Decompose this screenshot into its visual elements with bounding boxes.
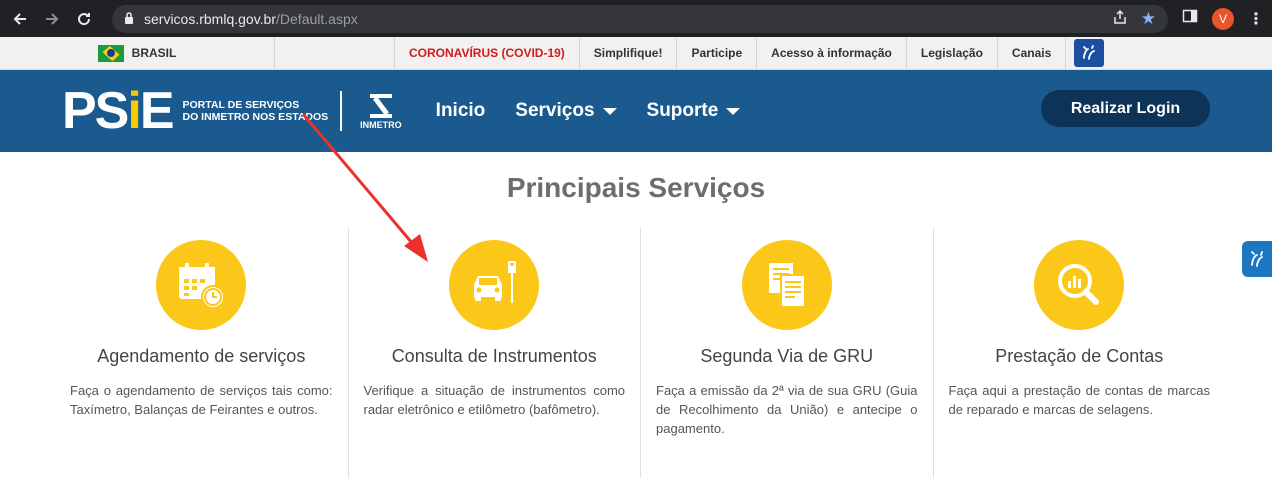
reload-icon[interactable] [72, 7, 96, 31]
calendar-clock-icon[interactable] [156, 240, 247, 330]
service-card-title: Prestação de Contas [995, 346, 1164, 366]
browser-toolbar: servicos.rbmlq.gov.br/Default.aspx ★ V ⋮ [0, 0, 1272, 37]
nav-suporte[interactable]: Suporte [647, 100, 741, 122]
login-button[interactable]: Realizar Login [1041, 90, 1210, 127]
service-card-desc: Faça o agendamento de serviços tais como… [70, 383, 333, 417]
service-card-title: Agendamento de serviços [97, 346, 306, 366]
logo-divider [340, 91, 343, 131]
service-card-title: Segunda Via de GRU [700, 346, 874, 366]
inmetro-mark-icon [369, 94, 392, 118]
forward-icon[interactable] [40, 7, 64, 31]
site-header: PSiE PORTAL DE SERVIÇOS DO INMETRO NOS E… [0, 70, 1272, 152]
back-icon[interactable] [8, 7, 32, 31]
service-card-title: Consulta de Instrumentos [391, 346, 597, 366]
magnifier-chart-icon[interactable] [1034, 240, 1125, 330]
documents-icon[interactable] [741, 240, 832, 330]
service-card-desc: Faça a emissão da 2ª via de sua GRU (Gui… [656, 383, 918, 436]
service-card-consulta[interactable]: Consulta de Instrumentos Verifique a sit… [347, 228, 641, 478]
address-bar[interactable]: servicos.rbmlq.gov.br/Default.aspx ★ [112, 4, 1168, 33]
services-grid: Agendamento de serviços Faça o agendamen… [55, 228, 1225, 478]
gov-link-participe[interactable]: Participe [677, 37, 758, 69]
nav-inicio[interactable]: Inicio [436, 100, 486, 122]
psie-logo[interactable]: PSiE PORTAL DE SERVIÇOS DO INMETRO NOS E… [62, 85, 402, 137]
profile-avatar[interactable]: V [1212, 7, 1234, 30]
nav-servicos[interactable]: Serviços [515, 100, 617, 122]
gov-link-coronavirus[interactable]: CORONAVÍRUS (COVID-19) [395, 37, 580, 69]
lock-icon [124, 11, 134, 27]
service-card-gru[interactable]: Segunda Via de GRU Faça a emissão da 2ª … [640, 228, 933, 478]
service-card-desc: Faça aqui a prestação de contas de marca… [948, 383, 1211, 417]
bookmark-star-icon[interactable]: ★ [1141, 10, 1156, 27]
vlibras-widget-icon[interactable] [1242, 241, 1272, 277]
service-card-prestacao[interactable]: Prestação de Contas Faça aqui a prestaçã… [932, 228, 1226, 478]
logo-wordmark: PSiE [62, 82, 174, 140]
gov-link-simplifique[interactable]: Simplifique! [580, 37, 678, 69]
gov-link-acesso-informacao[interactable]: Acesso à informação [757, 37, 907, 69]
gov-link-canais[interactable]: Canais [998, 37, 1067, 69]
car-radar-icon[interactable] [449, 240, 540, 330]
gov-brasil-link[interactable]: BRASIL [0, 37, 275, 69]
service-card-agendamento[interactable]: Agendamento de serviços Faça o agendamen… [55, 228, 348, 478]
gov-barra: BRASIL CORONAVÍRUS (COVID-19) Simplifiqu… [0, 37, 1272, 70]
service-card-desc: Verifique a situação de instrumentos com… [363, 383, 626, 417]
accessibility-hands-icon[interactable] [1074, 39, 1105, 67]
url-path: /Default.aspx [276, 10, 358, 27]
gov-brasil-label: BRASIL [131, 46, 177, 60]
inmetro-logo: INMETRO [360, 92, 402, 130]
gov-link-legislacao[interactable]: Legislação [907, 37, 998, 69]
chevron-down-icon [726, 107, 741, 115]
side-panel-icon[interactable] [1182, 8, 1198, 29]
url-host: servicos.rbmlq.gov.br [144, 10, 277, 27]
page-title: Principais Serviços [506, 172, 766, 203]
main-nav: Inicio Serviços Suporte [436, 100, 741, 122]
brazil-flag-icon [97, 44, 124, 62]
share-icon[interactable] [1113, 9, 1127, 27]
chevron-down-icon [602, 107, 617, 115]
gov-spacer [275, 37, 395, 69]
logo-subtitle: PORTAL DE SERVIÇOS DO INMETRO NOS ESTADO… [182, 99, 329, 123]
menu-kebab-icon[interactable]: ⋮ [1248, 9, 1264, 29]
